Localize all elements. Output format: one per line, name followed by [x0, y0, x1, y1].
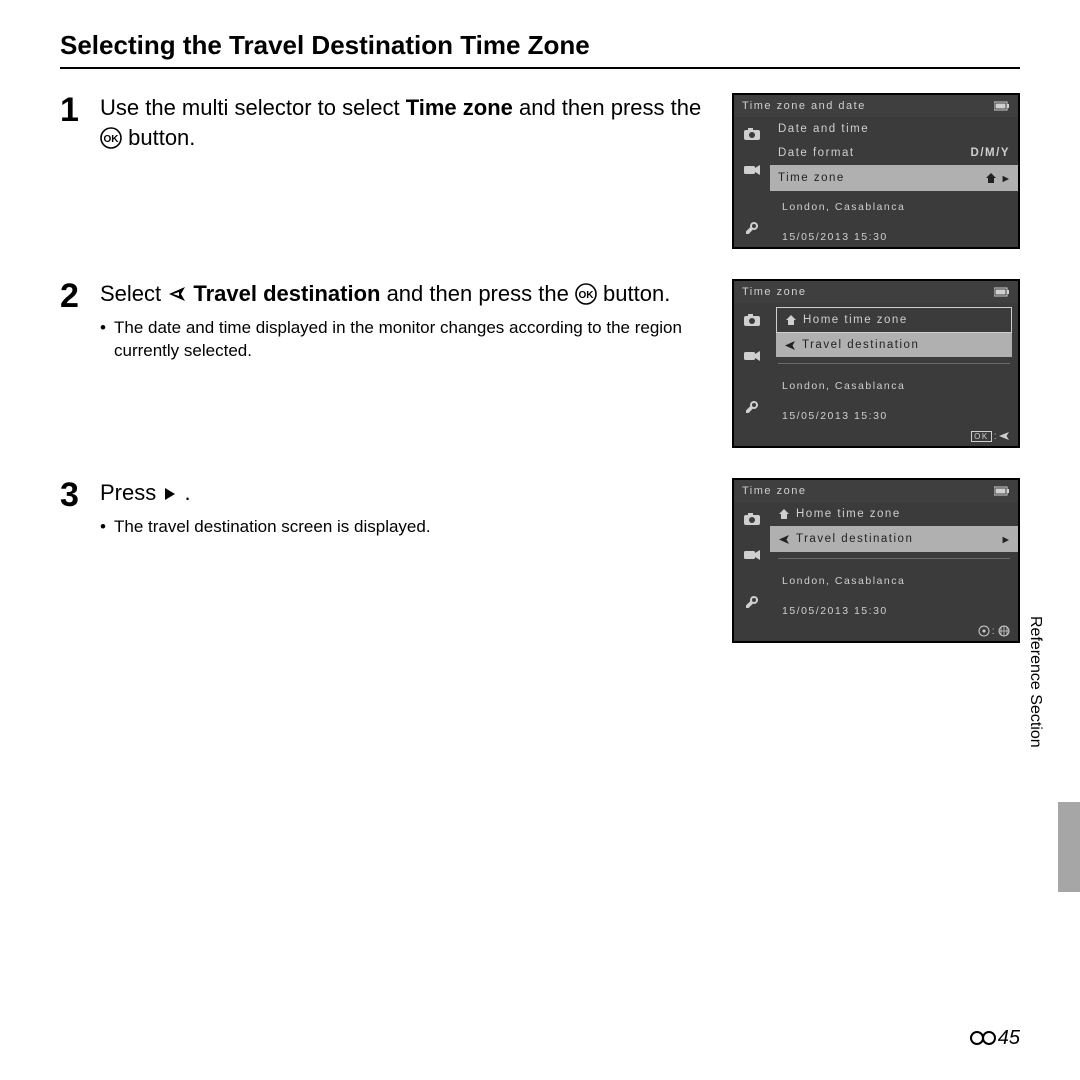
video-icon — [741, 544, 763, 566]
svg-text:OK: OK — [104, 134, 120, 145]
lcd-screen-3: Time zone Home time zone — [732, 478, 1020, 643]
wrench-icon — [741, 217, 763, 239]
page-title: Selecting the Travel Destination Time Zo… — [60, 30, 1020, 69]
step-3-bullet: The travel destination screen is display… — [114, 516, 720, 539]
page-number: 45 — [970, 1027, 1020, 1050]
step-2: 2 Select Travel destination and then pre… — [60, 279, 1020, 448]
ok-hint-icon: OK — [971, 431, 992, 442]
step-1: 1 Use the multi selector to select Time … — [60, 93, 1020, 249]
lcd1-timestamp: 15/05/2013 15:30 — [782, 231, 1010, 243]
right-arrow-icon — [162, 486, 178, 502]
video-icon — [741, 159, 763, 181]
lcd-screen-2: Time zone Home time zone — [732, 279, 1020, 448]
home-icon — [778, 508, 790, 520]
ok-button-icon: OK — [575, 283, 597, 305]
ok-button-icon: OK — [100, 127, 122, 149]
lcd2-row-home: Home time zone — [776, 307, 1012, 333]
step-2-bullet: The date and time displayed in the monit… — [114, 317, 720, 363]
step-1-number: 1 — [60, 93, 100, 127]
lcd3-timestamp: 15/05/2013 15:30 — [782, 605, 1010, 617]
step-3-number: 3 — [60, 478, 100, 512]
dpad-icon — [978, 625, 990, 637]
lcd2-timestamp: 15/05/2013 15:30 — [782, 410, 1010, 422]
airplane-icon — [167, 285, 187, 303]
reference-section-icon — [970, 1030, 998, 1046]
home-icon — [985, 172, 997, 184]
lcd-screen-1: Time zone and date Date and time Date fo… — [732, 93, 1020, 249]
step-1-text: Use the multi selector to select Time zo… — [100, 93, 732, 152]
lcd2-title: Time zone — [742, 286, 806, 298]
svg-text:OK: OK — [578, 290, 594, 301]
video-icon — [741, 345, 763, 367]
lcd3-title: Time zone — [742, 485, 806, 497]
battery-icon — [994, 486, 1010, 496]
camera-icon — [741, 309, 763, 331]
step-2-number: 2 — [60, 279, 100, 313]
lcd1-row-time-zone: Time zone ▸ — [770, 165, 1018, 191]
lcd1-row-date-time: Date and time — [770, 117, 1018, 141]
home-icon — [785, 314, 797, 326]
battery-icon — [994, 101, 1010, 111]
camera-icon — [741, 508, 763, 530]
lcd3-row-travel: Travel destination ▸ — [770, 526, 1018, 552]
airplane-icon — [784, 340, 796, 351]
lcd3-row-home: Home time zone — [770, 502, 1018, 526]
lcd3-location: London, Casablanca — [782, 575, 1010, 587]
section-label: Reference Section — [1026, 616, 1044, 748]
side-tab — [1058, 802, 1080, 892]
step-2-text: Select Travel destination and then press… — [100, 279, 732, 363]
globe-icon — [998, 625, 1010, 637]
lcd1-location: London, Casablanca — [782, 201, 1010, 213]
camera-icon — [741, 123, 763, 145]
lcd2-row-travel: Travel destination — [776, 333, 1012, 357]
lcd2-location: London, Casablanca — [782, 380, 1010, 392]
lcd1-title: Time zone and date — [742, 100, 866, 112]
wrench-icon — [741, 591, 763, 613]
airplane-icon — [998, 431, 1010, 441]
battery-icon — [994, 287, 1010, 297]
airplane-icon — [778, 534, 790, 545]
lcd1-row-date-format: Date formatD/M/Y — [770, 141, 1018, 165]
wrench-icon — [741, 396, 763, 418]
step-3: 3 Press . •The travel destination screen… — [60, 478, 1020, 643]
step-3-text: Press . •The travel destination screen i… — [100, 478, 732, 539]
